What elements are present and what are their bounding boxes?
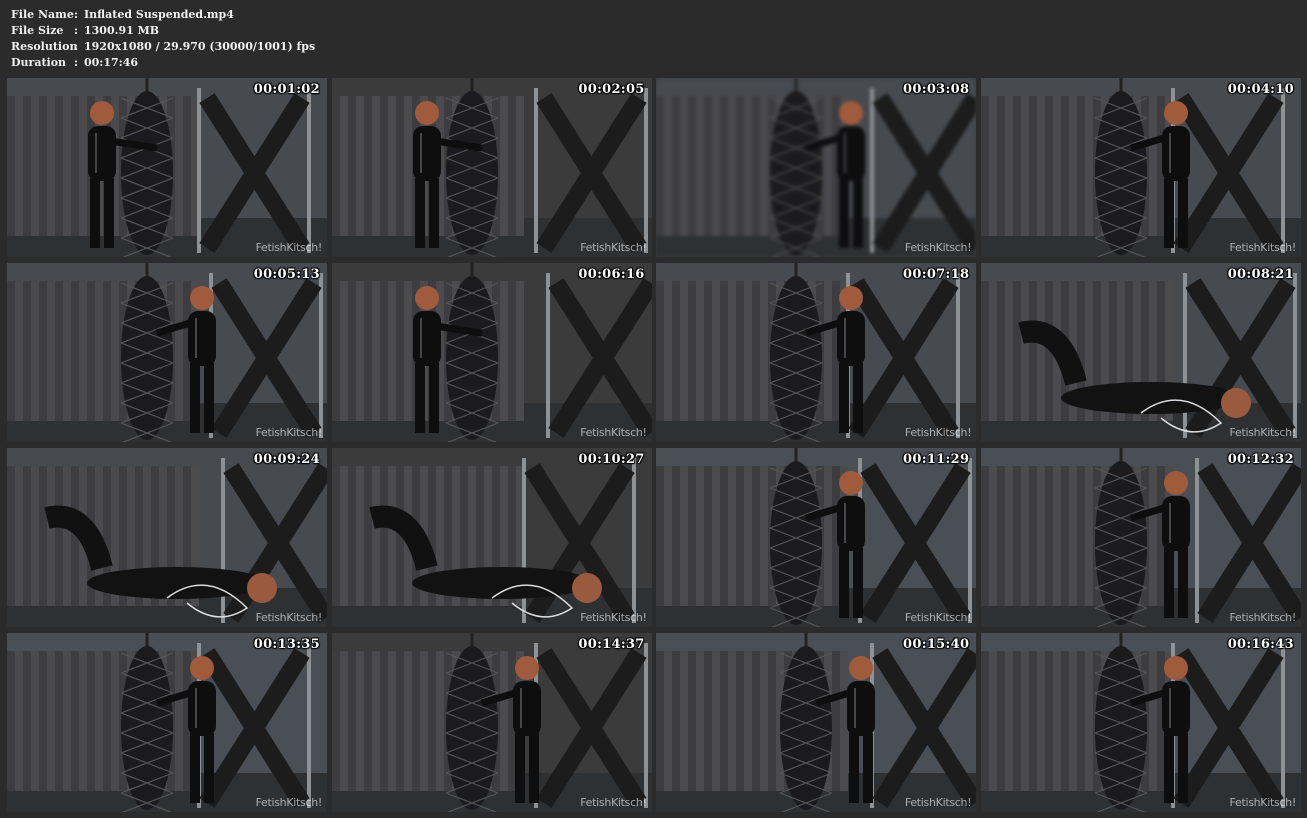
thumbnail-frame-image	[7, 263, 327, 442]
thumbnail-frame-image	[656, 78, 977, 257]
thumbnail-timestamp: 00:11:29	[903, 452, 970, 467]
thumbnail-frame-image	[656, 448, 977, 627]
watermark: FetishKitsch!	[580, 796, 647, 809]
video-thumbnail: 00:11:29 FetishKitsch!	[656, 448, 977, 627]
thumbnail-timestamp: 00:10:27	[578, 452, 645, 467]
video-thumbnail: 00:06:16 FetishKitsch!	[331, 263, 652, 442]
thumbnail-grid: 00:01:02 FetishKitsch! 00:02:05 FetishKitsc…	[7, 78, 1301, 814]
video-thumbnail: 00:14:37 FetishKitsch!	[331, 633, 652, 812]
watermark: FetishKitsch!	[1229, 796, 1297, 809]
thumbnail-timestamp: 00:09:24	[253, 452, 320, 467]
resolution-row: Resolution : 1920x1080 / 29.970 (30000/1…	[11, 39, 315, 55]
video-thumbnail: 00:12:32 FetishKitsch!	[980, 448, 1301, 627]
file-name-label: File Name	[11, 8, 74, 21]
watermark: FetishKitsch!	[904, 611, 972, 624]
thumbnail-timestamp: 00:07:18	[903, 267, 970, 282]
thumbnail-timestamp: 00:16:43	[1227, 637, 1294, 652]
file-info: File Name : Inflated Suspended.mp4 File …	[11, 7, 315, 71]
watermark: FetishKitsch!	[255, 611, 323, 624]
thumbnail-frame-image	[331, 633, 652, 812]
video-thumbnail: 00:10:27 FetishKitsch!	[331, 448, 652, 627]
resolution-value: 1920x1080 / 29.970 (30000/1001) fps	[84, 40, 316, 53]
watermark: FetishKitsch!	[255, 241, 323, 254]
thumbnail-frame-image	[980, 263, 1301, 442]
video-thumbnail: 00:04:10 FetishKitsch!	[980, 78, 1301, 257]
watermark: FetishKitsch!	[904, 426, 972, 439]
video-thumbnail: 00:08:21 FetishKitsch!	[980, 263, 1301, 442]
resolution-label: Resolution	[11, 40, 78, 53]
separator: :	[74, 24, 79, 37]
file-size-label: File Size	[11, 24, 64, 37]
watermark: FetishKitsch!	[580, 426, 647, 439]
video-thumbnail: 00:15:40 FetishKitsch!	[656, 633, 977, 812]
thumbnail-timestamp: 00:02:05	[578, 82, 645, 97]
thumbnail-timestamp: 00:03:08	[903, 82, 970, 97]
video-thumbnail: 00:05:13 FetishKitsch!	[7, 263, 327, 442]
thumbnail-timestamp: 00:13:35	[253, 637, 320, 652]
thumbnail-frame-image	[331, 78, 652, 257]
video-thumbnail: 00:16:43 FetishKitsch!	[980, 633, 1301, 812]
thumbnail-frame-image	[980, 448, 1301, 627]
video-thumbnail: 00:03:08 FetishKitsch!	[656, 78, 977, 257]
separator: :	[74, 56, 79, 69]
separator: :	[74, 40, 79, 53]
thumbnail-timestamp: 00:01:02	[253, 82, 320, 97]
video-thumbnail: 00:09:24 FetishKitsch!	[7, 448, 327, 627]
thumbnail-frame-image	[7, 633, 327, 812]
thumbnail-frame-image	[7, 448, 327, 627]
video-thumbnail: 00:01:02 FetishKitsch!	[7, 78, 327, 257]
watermark: FetishKitsch!	[904, 241, 972, 254]
watermark: FetishKitsch!	[1229, 611, 1297, 624]
thumbnail-timestamp: 00:06:16	[578, 267, 645, 282]
duration-value: 00:17:46	[84, 56, 139, 69]
thumbnail-frame-image	[331, 263, 652, 442]
file-name-value: Inflated Suspended.mp4	[84, 8, 234, 21]
separator: :	[74, 8, 79, 21]
thumbnail-timestamp: 00:14:37	[578, 637, 645, 652]
watermark: FetishKitsch!	[1229, 241, 1297, 254]
watermark: FetishKitsch!	[580, 241, 647, 254]
thumbnail-frame-image	[656, 633, 977, 812]
thumbnail-frame-image	[980, 633, 1301, 812]
thumbnail-timestamp: 00:15:40	[903, 637, 970, 652]
thumbnail-timestamp: 00:05:13	[253, 267, 320, 282]
thumbnail-frame-image	[7, 78, 327, 257]
thumbnail-frame-image	[656, 263, 977, 442]
thumbnail-timestamp: 00:08:21	[1227, 267, 1294, 282]
duration-label: Duration	[11, 56, 67, 69]
watermark: FetishKitsch!	[255, 796, 323, 809]
video-thumbnail: 00:13:35 FetishKitsch!	[7, 633, 327, 812]
file-size-value: 1300.91 MB	[84, 24, 160, 37]
watermark: FetishKitsch!	[1229, 426, 1297, 439]
watermark: FetishKitsch!	[904, 796, 972, 809]
watermark: FetishKitsch!	[580, 611, 647, 624]
video-thumbnail: 00:02:05 FetishKitsch!	[331, 78, 652, 257]
file-size-row: File Size : 1300.91 MB	[11, 23, 315, 39]
thumbnail-frame-image	[331, 448, 652, 627]
video-thumbnail: 00:07:18 FetishKitsch!	[656, 263, 977, 442]
file-name-row: File Name : Inflated Suspended.mp4	[11, 7, 315, 23]
thumbnail-frame-image	[980, 78, 1301, 257]
thumbnail-timestamp: 00:12:32	[1227, 452, 1294, 467]
thumbnail-timestamp: 00:04:10	[1227, 82, 1294, 97]
duration-row: Duration : 00:17:46	[11, 55, 315, 71]
watermark: FetishKitsch!	[255, 426, 323, 439]
